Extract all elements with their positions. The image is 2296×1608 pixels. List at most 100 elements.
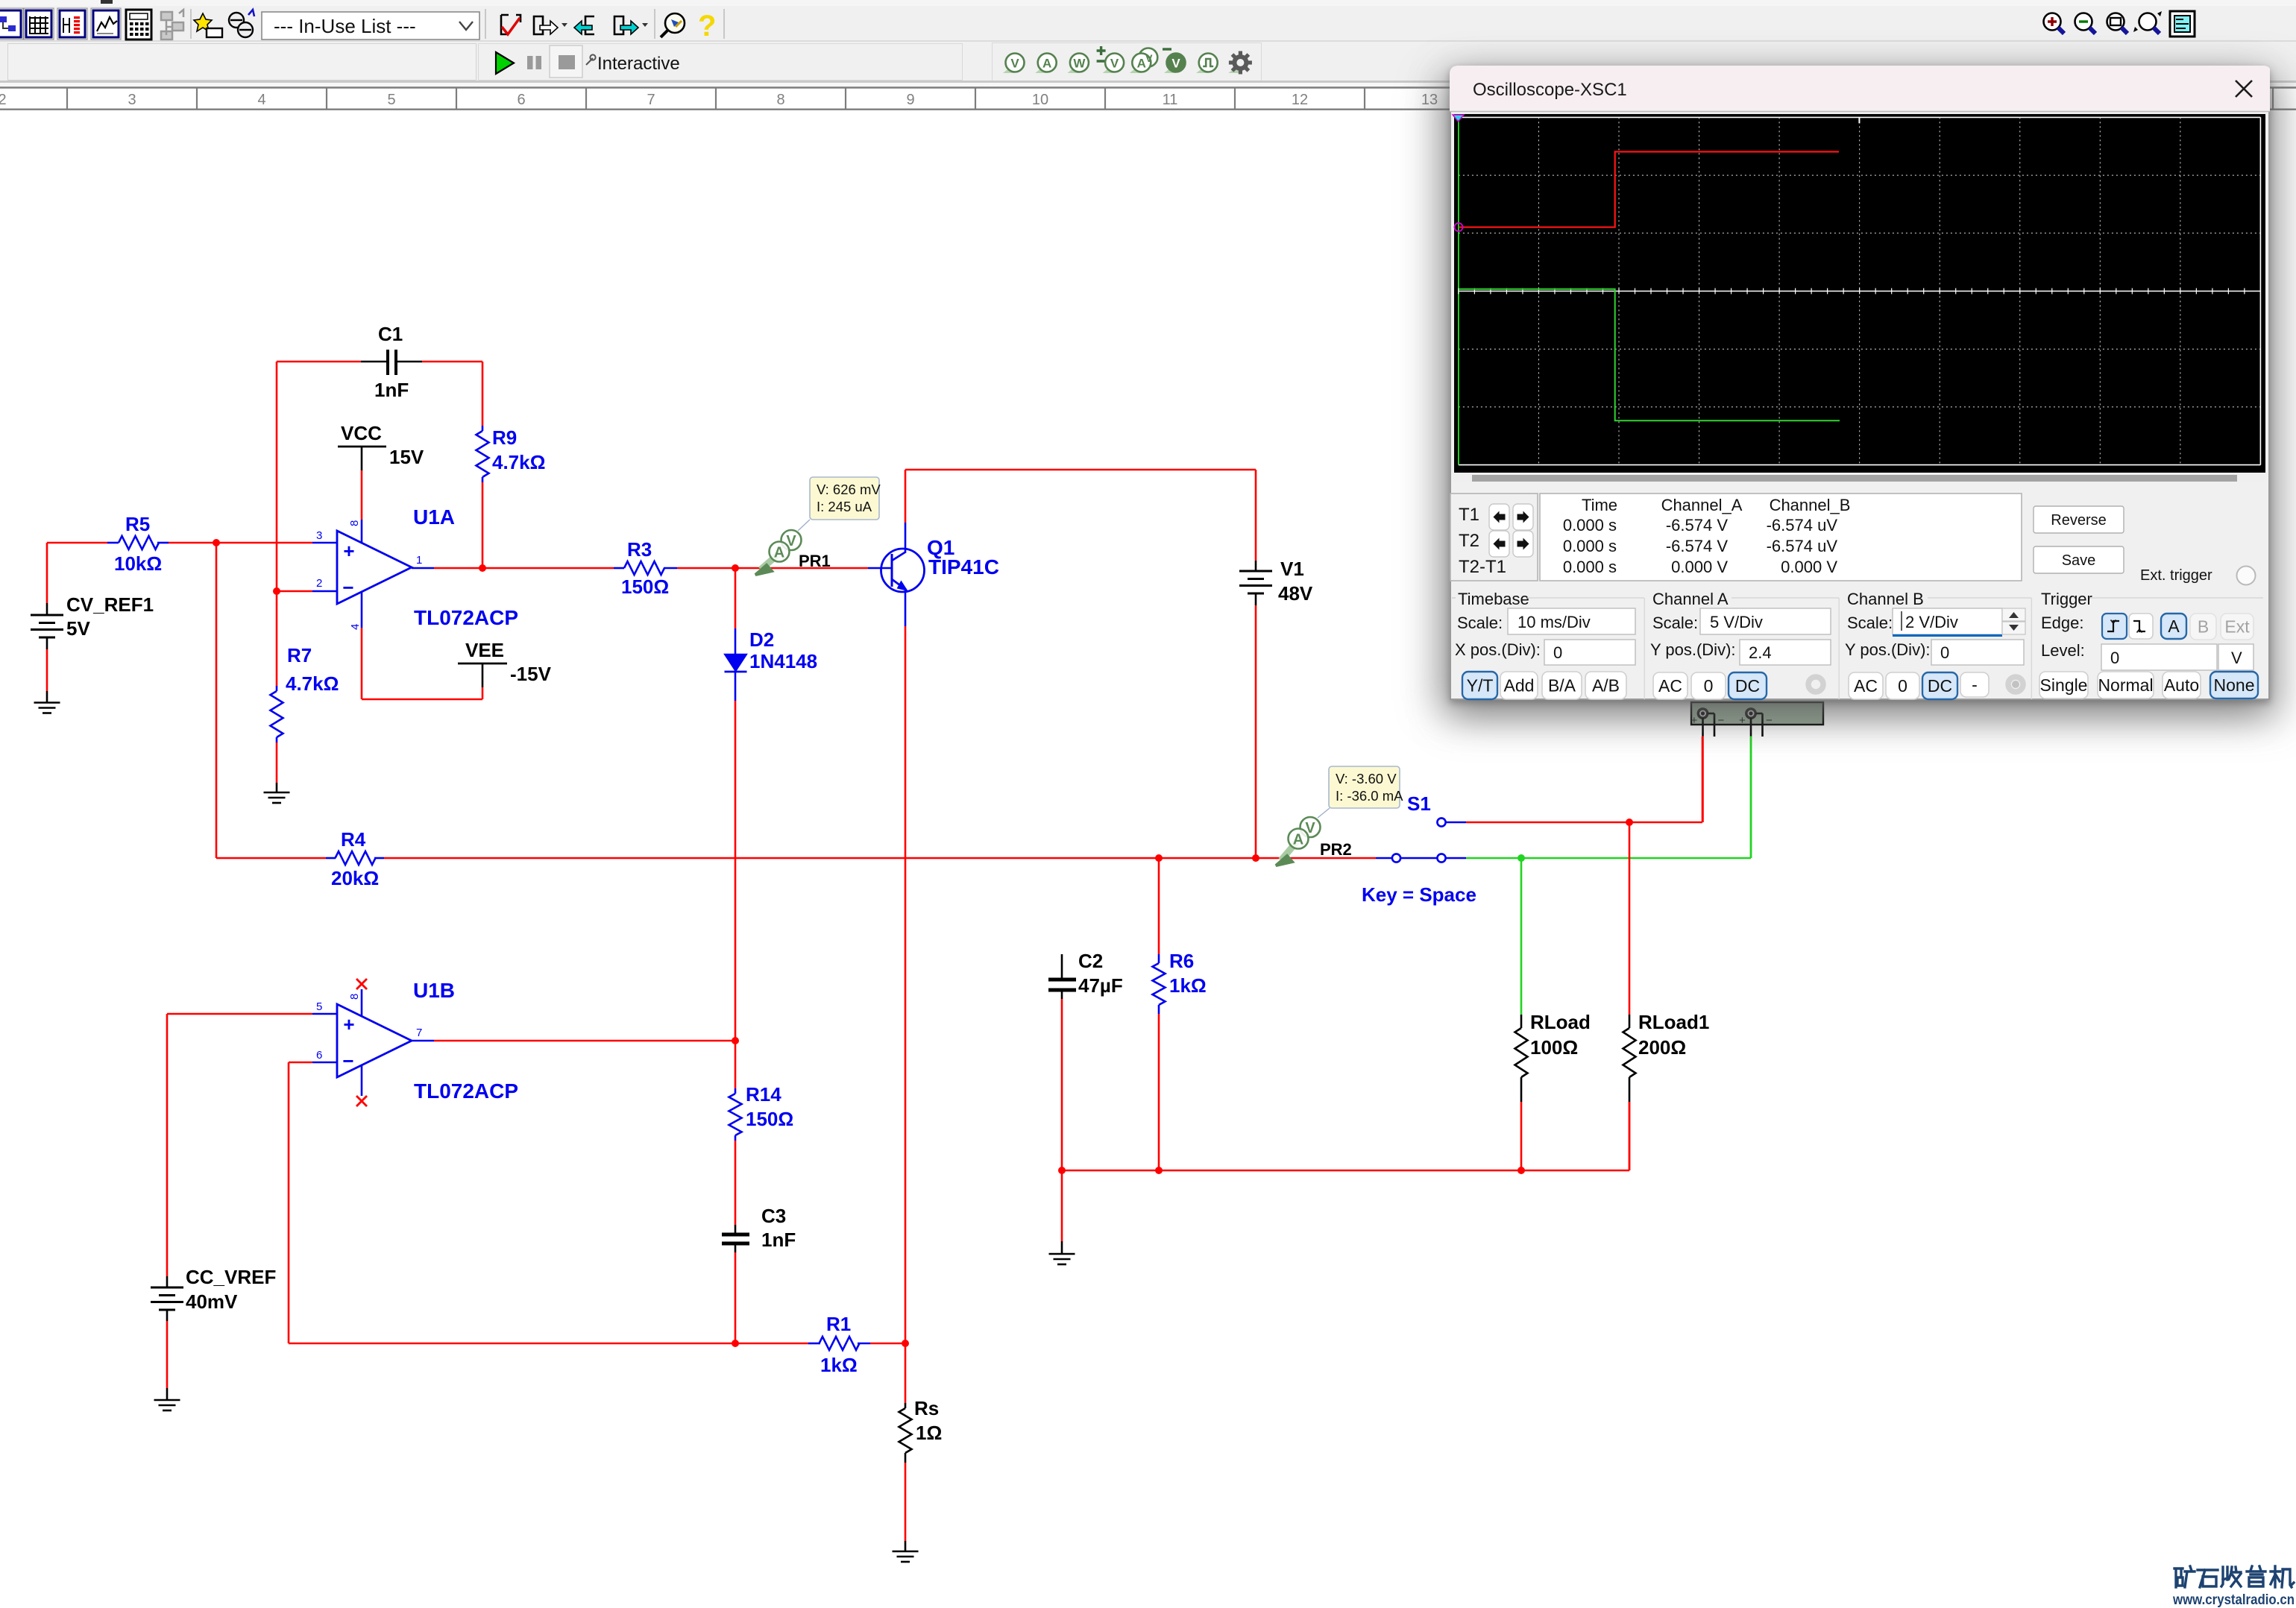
svg-text:2: 2: [0, 92, 7, 108]
svg-text:0.000 s: 0.000 s: [1563, 516, 1617, 535]
svg-text:15V: 15V: [389, 446, 424, 468]
svg-text:8: 8: [348, 520, 361, 526]
svg-text:10 ms/Div: 10 ms/Div: [1517, 613, 1591, 631]
svg-text:200Ω: 200Ω: [1638, 1036, 1686, 1059]
svg-text:-6.574 V: -6.574 V: [1666, 537, 1728, 555]
svg-text:I: 245 uA: I: 245 uA: [817, 499, 872, 514]
svg-text:0: 0: [1704, 676, 1714, 696]
svg-text:5 V/Div: 5 V/Div: [1710, 613, 1763, 631]
svg-text:150Ω: 150Ω: [746, 1108, 793, 1130]
svg-text:4: 4: [257, 92, 265, 108]
svg-text:TL072ACP: TL072ACP: [414, 606, 518, 629]
svg-text:Timebase: Timebase: [1458, 590, 1529, 608]
svg-text:0.000 V: 0.000 V: [1671, 558, 1728, 576]
svg-text:R9: R9: [492, 426, 517, 449]
svg-text:1: 1: [416, 554, 422, 567]
svg-text:6: 6: [316, 1049, 322, 1062]
svg-text:I: -36.0 mA: I: -36.0 mA: [1336, 788, 1403, 804]
svg-text:V: V: [1110, 57, 1119, 71]
svg-text:PR2: PR2: [1320, 840, 1352, 859]
svg-text:V: V: [1145, 52, 1153, 64]
svg-text:Rs: Rs: [914, 1397, 939, 1419]
svg-text:-6.574 V: -6.574 V: [1666, 516, 1728, 535]
svg-text:U1A: U1A: [413, 505, 455, 529]
svg-text:R1: R1: [826, 1313, 851, 1335]
svg-text:10: 10: [1032, 92, 1048, 108]
svg-text:Single: Single: [2040, 675, 2088, 695]
svg-text:DC: DC: [1928, 676, 1952, 696]
svg-text:2.4: 2.4: [1749, 643, 1772, 662]
svg-text:Save: Save: [2062, 552, 2096, 569]
svg-text:0: 0: [2110, 649, 2119, 667]
svg-text:R6: R6: [1169, 950, 1194, 972]
svg-text:100Ω: 100Ω: [1530, 1036, 1578, 1059]
svg-text:T2-T1: T2-T1: [1459, 557, 1506, 577]
svg-text:R3: R3: [627, 538, 652, 561]
svg-text:+: +: [1691, 714, 1698, 727]
svg-text:None: None: [2214, 675, 2255, 695]
svg-text:V: 626 mV: V: 626 mV: [817, 482, 881, 497]
svg-text:PR1: PR1: [799, 552, 831, 570]
svg-text:A/B: A/B: [1592, 676, 1620, 696]
svg-text:Ext: Ext: [2224, 617, 2250, 637]
svg-text:+: +: [343, 540, 354, 562]
svg-text:VCC: VCC: [341, 422, 382, 444]
svg-text:U1B: U1B: [413, 979, 455, 1002]
svg-text:3: 3: [316, 529, 322, 542]
svg-text:Add: Add: [1504, 676, 1535, 696]
svg-text:TL072ACP: TL072ACP: [414, 1079, 518, 1103]
svg-text:V: -3.60 V: V: -3.60 V: [1336, 771, 1397, 786]
svg-text:2 V/Div: 2 V/Div: [1905, 613, 1958, 631]
svg-text:?: ?: [698, 10, 716, 42]
svg-text:R14: R14: [746, 1083, 781, 1106]
svg-text:A: A: [1042, 57, 1051, 71]
svg-text:T1: T1: [1459, 505, 1479, 525]
svg-text:0: 0: [1553, 643, 1562, 662]
svg-text:A: A: [1137, 57, 1146, 71]
svg-text:1nF: 1nF: [374, 379, 409, 401]
svg-text:Normal: Normal: [2098, 675, 2153, 695]
svg-text:13: 13: [1421, 92, 1438, 108]
svg-text:X pos.(Div):: X pos.(Div):: [1455, 640, 1541, 659]
svg-text:V: V: [1171, 57, 1180, 71]
svg-text:47µF: 47µF: [1078, 974, 1123, 997]
svg-text:−: −: [1766, 714, 1773, 727]
svg-text:1kΩ: 1kΩ: [1169, 974, 1207, 997]
svg-text:7: 7: [416, 1027, 422, 1039]
svg-text:Scale:: Scale:: [1847, 614, 1893, 632]
svg-text:W: W: [1073, 57, 1086, 71]
svg-text:0: 0: [1898, 676, 1907, 696]
svg-text:AC: AC: [1658, 676, 1682, 696]
svg-text:1nF: 1nF: [761, 1229, 796, 1251]
svg-text:S1: S1: [1407, 792, 1431, 815]
svg-text:Key = Space: Key = Space: [1362, 883, 1476, 906]
svg-text:Channel A: Channel A: [1652, 590, 1729, 608]
svg-text:+: +: [1739, 714, 1746, 727]
svg-text:D2: D2: [749, 628, 774, 651]
svg-text:4.7kΩ: 4.7kΩ: [492, 451, 545, 473]
svg-text:8: 8: [776, 92, 784, 108]
svg-text:11: 11: [1163, 92, 1178, 108]
svg-text:−: −: [1718, 714, 1725, 727]
svg-text:Y/T: Y/T: [1467, 676, 1494, 696]
svg-text:1Ω: 1Ω: [916, 1422, 942, 1444]
svg-text:20kΩ: 20kΩ: [331, 867, 379, 889]
svg-text:Interactive: Interactive: [597, 54, 680, 74]
svg-text:www.crystalradio.cn: www.crystalradio.cn: [2172, 1592, 2295, 1608]
svg-text:1N4148: 1N4148: [749, 650, 817, 672]
svg-text:40mV: 40mV: [186, 1290, 238, 1313]
svg-text:2: 2: [316, 577, 322, 590]
svg-text:T2: T2: [1459, 531, 1479, 551]
svg-text:C1: C1: [378, 323, 403, 345]
svg-text:8: 8: [348, 994, 361, 1000]
svg-text:R5: R5: [125, 513, 150, 535]
svg-text:A: A: [1293, 832, 1303, 848]
svg-text:R7: R7: [287, 644, 312, 666]
svg-text:-6.574 uV: -6.574 uV: [1767, 537, 1838, 555]
svg-text:C3: C3: [761, 1205, 786, 1227]
svg-text:5: 5: [387, 92, 395, 108]
svg-text:Channel_B: Channel_B: [1770, 496, 1851, 514]
svg-text:CV_REF1: CV_REF1: [66, 593, 154, 616]
svg-text:5V: 5V: [66, 617, 90, 640]
svg-text:10kΩ: 10kΩ: [114, 552, 162, 575]
